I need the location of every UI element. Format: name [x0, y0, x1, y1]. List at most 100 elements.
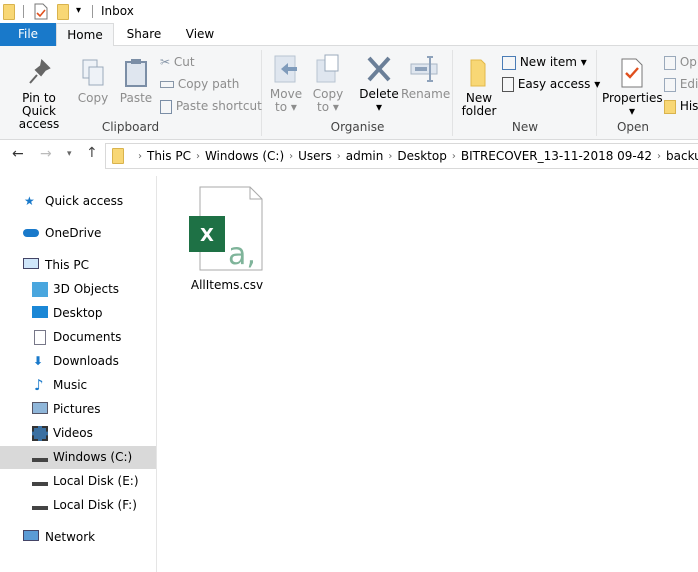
title-bar: ▾ Inbox — [0, 0, 698, 23]
window-title: Inbox — [101, 4, 134, 18]
picture-icon — [32, 402, 48, 414]
navigation-pane: ★ Quick access OneDrive This PC 3D Object… — [0, 176, 157, 572]
breadcrumb-this-pc[interactable]: This PC — [147, 149, 191, 163]
tab-view[interactable]: View — [172, 23, 228, 46]
new-group-label: New — [511, 120, 539, 134]
divider — [92, 5, 93, 18]
cloud-icon — [23, 229, 39, 237]
rename-icon — [410, 56, 438, 82]
breadcrumb-separator: › — [451, 150, 456, 162]
pin-icon — [29, 58, 51, 84]
nav-this-pc[interactable]: This PC — [0, 254, 156, 277]
easy-access-button[interactable]: Easy access ▾ — [502, 74, 600, 94]
file-item[interactable]: X a, AllItems.csv — [180, 184, 274, 296]
delete-button[interactable]: Delete ▾ — [359, 54, 399, 114]
nav-documents[interactable]: Documents — [0, 326, 156, 349]
nav-local-disk-f[interactable]: Local Disk (F:) — [0, 494, 156, 517]
nav-music[interactable]: ♪ Music — [0, 374, 156, 397]
tab-file[interactable]: File — [0, 23, 56, 46]
breadcrumb-backup[interactable]: backup — [666, 149, 698, 163]
nav-downloads[interactable]: ⬇ Downloads — [0, 350, 156, 373]
edit-icon — [664, 77, 676, 92]
copy-button[interactable]: Copy — [76, 58, 110, 105]
delete-x-icon — [367, 56, 391, 82]
open-button[interactable]: Op — [664, 52, 697, 72]
clipboard-group-label: Clipboard — [101, 120, 160, 134]
copy-to-button[interactable]: Copy to ▾ — [311, 54, 345, 114]
forward-button[interactable]: → — [40, 146, 52, 162]
new-group: New folder New item ▾ Easy access ▾ New — [454, 50, 600, 136]
address-row: ← → ▾ ↑ › This PC › Windows (C:) › Users › … — [0, 143, 698, 169]
copy-icon — [82, 59, 104, 86]
properties-quick-icon[interactable] — [34, 3, 48, 20]
cube-icon — [32, 282, 48, 297]
nav-network[interactable]: Network — [0, 526, 156, 549]
nav-onedrive[interactable]: OneDrive — [0, 222, 156, 245]
tab-home[interactable]: Home — [56, 23, 114, 47]
computer-icon — [23, 258, 39, 269]
cut-button[interactable]: ✂ Cut — [160, 52, 195, 72]
move-to-button[interactable]: Move to ▾ — [269, 54, 303, 114]
download-icon: ⬇ — [33, 354, 44, 368]
scissors-icon: ✂ — [160, 55, 171, 69]
nav-pictures[interactable]: Pictures — [0, 398, 156, 421]
tab-share[interactable]: Share — [116, 23, 172, 46]
drive-icon — [32, 506, 48, 510]
svg-text:a,: a, — [228, 237, 256, 272]
breadcrumb-users[interactable]: Users — [298, 149, 332, 163]
star-icon: ★ — [24, 194, 35, 208]
folder-icon — [3, 4, 15, 20]
music-icon: ♪ — [34, 376, 44, 394]
divider — [23, 5, 24, 18]
nav-3d-objects[interactable]: 3D Objects — [0, 278, 156, 301]
svg-text:X: X — [200, 225, 214, 246]
customize-toolbar-icon[interactable]: ▾ — [76, 5, 81, 16]
address-bar[interactable]: › This PC › Windows (C:) › Users › admin › D… — [105, 143, 698, 169]
nav-quick-access[interactable]: ★ Quick access — [0, 190, 156, 213]
nav-desktop[interactable]: Desktop — [0, 302, 156, 325]
easy-access-icon — [502, 77, 514, 92]
breadcrumb-desktop[interactable]: Desktop — [397, 149, 447, 163]
open-group-label: Open — [616, 120, 650, 134]
breadcrumb-separator: › — [138, 150, 142, 162]
paste-shortcut-button[interactable]: Paste shortcut — [160, 96, 262, 116]
new-item-button[interactable]: New item ▾ — [502, 52, 587, 72]
ribbon: Pin to Quick access Copy Paste ✂ Cut Copy… — [0, 46, 698, 140]
new-folder-button[interactable]: New folder — [460, 58, 498, 118]
ribbon-tabs: File Home Share View — [0, 23, 698, 47]
nav-local-disk-e[interactable]: Local Disk (E:) — [0, 470, 156, 493]
nav-videos[interactable]: Videos — [0, 422, 156, 445]
breadcrumb-separator: › — [388, 150, 393, 162]
breadcrumb-separator: › — [195, 150, 200, 162]
up-button[interactable]: ↑ — [86, 145, 98, 161]
breadcrumb-separator: › — [657, 150, 662, 162]
new-item-icon — [502, 55, 516, 70]
breadcrumb-admin[interactable]: admin — [346, 149, 384, 163]
new-folder-icon — [470, 59, 486, 87]
breadcrumb-windows-c[interactable]: Windows (C:) — [205, 149, 284, 163]
paste-button[interactable]: Paste — [116, 58, 156, 105]
properties-button[interactable]: Properties ▾ — [602, 58, 663, 118]
copy-to-icon — [316, 54, 339, 83]
back-button[interactable]: ← — [12, 146, 24, 162]
history-button[interactable]: His — [664, 96, 698, 116]
recent-locations-button[interactable]: ▾ — [67, 149, 72, 159]
drive-icon — [32, 458, 48, 462]
history-icon — [664, 99, 676, 114]
paste-icon — [125, 59, 147, 87]
rename-button[interactable]: Rename — [401, 54, 450, 101]
nav-windows-c[interactable]: Windows (C:) — [0, 446, 156, 469]
organise-group: Move to ▾ Copy to ▾ Delete ▾ Rename Organis… — [263, 50, 453, 136]
folder-icon — [112, 148, 124, 164]
clipboard-group: Pin to Quick access Copy Paste ✂ Cut Copy… — [0, 50, 262, 136]
drive-icon — [32, 482, 48, 486]
new-folder-quick-icon[interactable] — [57, 4, 69, 20]
copy-path-button[interactable]: Copy path — [160, 74, 239, 94]
open-icon — [664, 55, 676, 70]
desktop-icon — [32, 306, 48, 318]
breadcrumb-separator: › — [289, 150, 294, 162]
breadcrumb-bitrecover[interactable]: BITRECOVER_13-11-2018 09-42 — [461, 149, 652, 163]
properties-icon — [621, 58, 643, 88]
edit-button[interactable]: Edi — [664, 74, 698, 94]
video-icon — [32, 426, 48, 441]
